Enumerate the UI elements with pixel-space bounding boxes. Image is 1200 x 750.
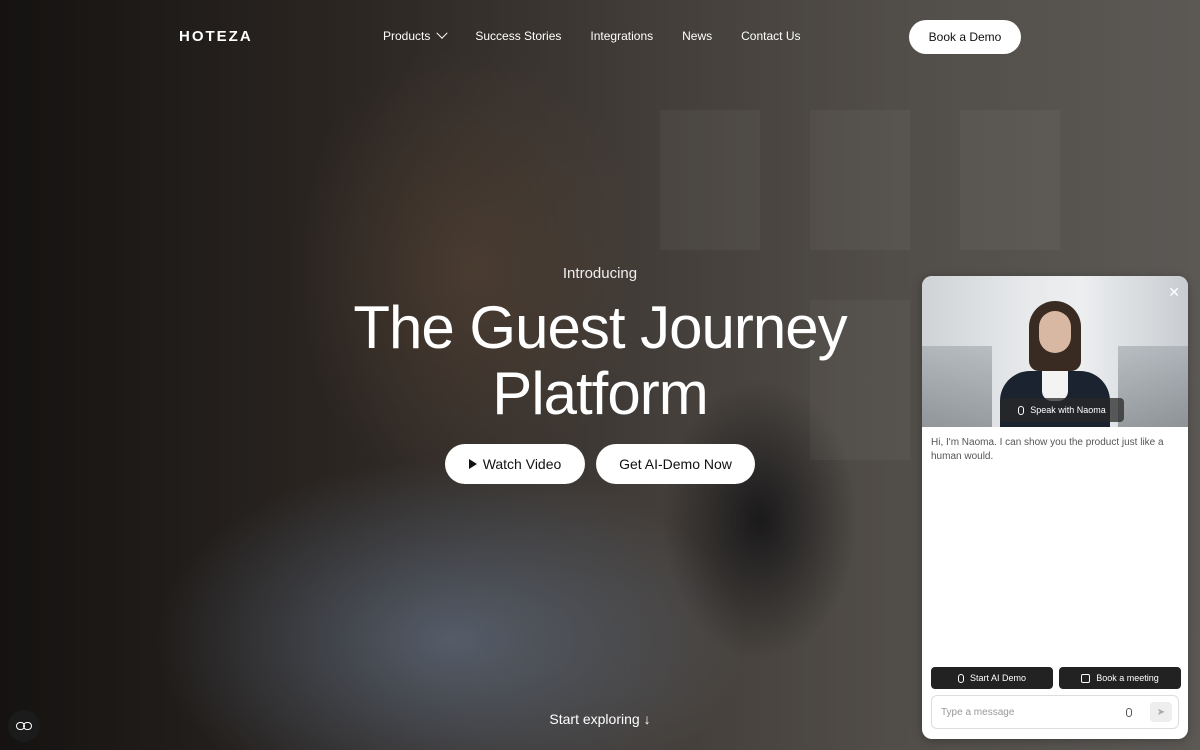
book-demo-button[interactable]: Book a Demo: [909, 20, 1021, 54]
watch-video-label: Watch Video: [482, 456, 562, 472]
nav-links: Products Success Stories Integrations Ne…: [383, 27, 801, 43]
nav-item-contact-us[interactable]: Contact Us: [741, 29, 800, 43]
office-background: [922, 346, 992, 427]
microphone-icon[interactable]: [1126, 708, 1132, 717]
top-nav: HOTEZA Products Success Stories Integrat…: [0, 0, 1200, 72]
calendar-icon: [1081, 673, 1091, 683]
agent-portrait-shirt: [1042, 371, 1068, 401]
watch-video-button[interactable]: Watch Video: [445, 444, 585, 484]
book-meeting-label: Book a meeting: [1096, 673, 1159, 683]
agent-video: ✕ Speak with Naoma: [922, 276, 1188, 427]
office-background: [1118, 346, 1188, 427]
link-toggle-button[interactable]: [8, 710, 40, 742]
message-input-box: ➤: [931, 695, 1179, 729]
nav-item-success-stories[interactable]: Success Stories: [475, 29, 561, 43]
play-icon: [468, 459, 477, 469]
agent-greeting-message: Hi, I'm Naoma. I can show you the produc…: [931, 437, 1164, 462]
nav-item-news[interactable]: News: [682, 29, 712, 43]
close-icon[interactable]: ✕: [1168, 284, 1180, 301]
microphone-icon: [1018, 405, 1025, 415]
message-input[interactable]: [939, 705, 1123, 719]
link-icon: [16, 722, 32, 730]
get-ai-demo-button[interactable]: Get AI-Demo Now: [596, 444, 755, 484]
book-meeting-button[interactable]: Book a meeting: [1059, 667, 1181, 689]
send-icon[interactable]: ➤: [1150, 702, 1172, 722]
chat-widget: ✕ Speak with Naoma Hi, I'm Naoma. I can …: [922, 276, 1188, 739]
widget-actions: Start AI Demo Book a meeting: [931, 667, 1181, 689]
start-ai-demo-label: Start AI Demo: [969, 673, 1027, 683]
speak-label: Speak with Naoma: [1030, 405, 1106, 415]
nav-item-label: Products: [383, 29, 431, 43]
microphone-icon: [957, 673, 964, 683]
chevron-down-icon: [436, 27, 449, 39]
nav-item-integrations[interactable]: Integrations: [590, 29, 653, 43]
hero-cta-row: Watch Video Get AI-Demo Now: [445, 444, 755, 484]
logo[interactable]: HOTEZA: [179, 28, 253, 45]
nav-item-products[interactable]: Products: [383, 27, 449, 43]
agent-portrait-face: [1039, 311, 1071, 353]
hero-headline: The Guest Journey Platform: [353, 294, 847, 427]
start-ai-demo-button[interactable]: Start AI Demo: [931, 667, 1053, 689]
speak-with-agent-button[interactable]: Speak with Naoma: [1000, 398, 1124, 422]
